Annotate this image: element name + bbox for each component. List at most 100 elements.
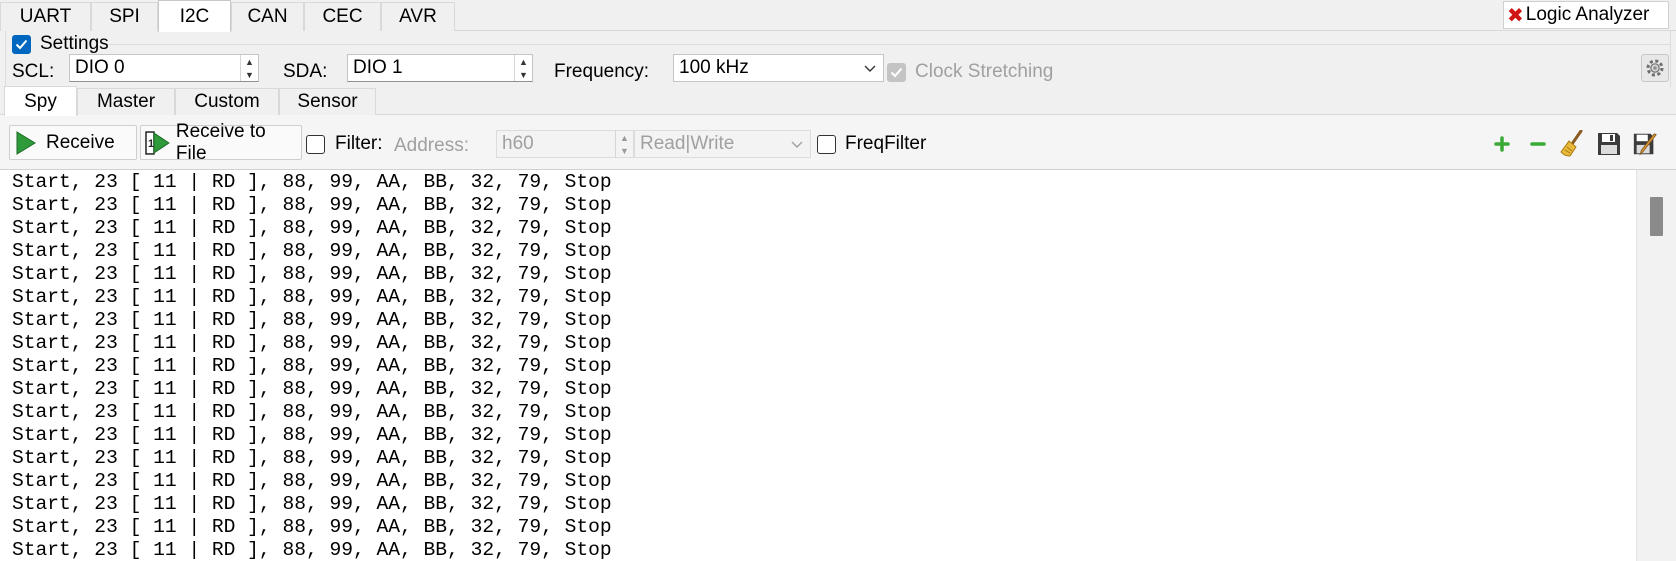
log-text: Start, 23 [ 11 | RD ], 88, 99, AA, BB, 3… — [12, 171, 612, 561]
receive-to-file-label: Receive to File — [175, 120, 266, 164]
spin-arrows[interactable]: ▲ ▼ — [240, 55, 258, 81]
log-line: Start, 23 [ 11 | RD ], 88, 99, AA, BB, 3… — [12, 424, 612, 446]
remove-button[interactable] — [1525, 132, 1551, 156]
tab-i2c[interactable]: I2C — [158, 0, 231, 32]
scl-spinbox[interactable]: DIO 0 ▲ ▼ — [69, 54, 259, 82]
log-line: Start, 23 [ 11 | RD ], 88, 99, AA, BB, 3… — [12, 516, 612, 538]
check-icon — [890, 67, 903, 77]
address-label: Address: — [394, 135, 469, 156]
settings-checkbox[interactable] — [12, 34, 31, 54]
tab-spy[interactable]: Spy — [4, 86, 77, 116]
clock-stretching-toggle[interactable]: Clock Stretching — [887, 61, 1053, 83]
check-icon — [15, 39, 28, 49]
tab-master[interactable]: Master — [77, 88, 175, 115]
freq-filter-checkbox[interactable] — [817, 134, 836, 154]
broom-icon — [1560, 130, 1583, 157]
address-value: h60 — [502, 133, 534, 154]
tab-label: CAN — [247, 6, 288, 27]
protocol-tab-bar: UART SPI I2C CAN CEC AVR ✖ Logic Analyze… — [0, 0, 1676, 32]
log-line: Start, 23 [ 11 | RD ], 88, 99, AA, BB, 3… — [12, 493, 612, 515]
tab-custom[interactable]: Custom — [175, 88, 279, 115]
read-write-select[interactable]: Read|Write — [634, 130, 811, 158]
logic-analyzer-button[interactable]: ✖ Logic Analyzer — [1503, 1, 1669, 29]
vertical-scrollbar[interactable] — [1636, 170, 1676, 561]
read-write-value: Read|Write — [640, 133, 735, 154]
sda-spinbox[interactable]: DIO 1 ▲ ▼ — [347, 54, 533, 82]
log-line: Start, 23 [ 11 | RD ], 88, 99, AA, BB, 3… — [12, 378, 612, 400]
svg-text:1: 1 — [148, 137, 154, 149]
frequency-select[interactable]: 100 kHz — [673, 54, 884, 82]
tab-label: Sensor — [297, 91, 358, 112]
sda-label: SDA: — [283, 61, 328, 82]
chevron-down-icon — [791, 141, 803, 148]
tab-avr[interactable]: AVR — [381, 2, 455, 31]
receive-label: Receive — [46, 131, 115, 153]
log-line: Start, 23 [ 11 | RD ], 88, 99, AA, BB, 3… — [12, 194, 612, 216]
down-arrow-icon[interactable]: ▼ — [245, 70, 254, 80]
tab-label: I2C — [179, 5, 210, 27]
tab-uart[interactable]: UART — [0, 2, 91, 31]
filter-checkbox[interactable] — [306, 134, 325, 154]
receive-button[interactable]: Receive — [9, 125, 137, 160]
up-arrow-icon[interactable]: ▲ — [620, 133, 629, 143]
scl-value: DIO 0 — [75, 57, 125, 78]
scl-label: SCL: — [12, 61, 55, 82]
gear-icon — [1646, 59, 1664, 77]
mode-tab-bar: Spy Master Custom Sensor — [0, 86, 1676, 116]
tab-spi[interactable]: SPI — [91, 2, 158, 31]
log-line: Start, 23 [ 11 | RD ], 88, 99, AA, BB, 3… — [12, 217, 612, 239]
save-button[interactable] — [1596, 132, 1622, 156]
clear-button[interactable] — [1559, 130, 1585, 157]
log-line: Start, 23 [ 11 | RD ], 88, 99, AA, BB, 3… — [12, 240, 612, 262]
receive-to-file-button[interactable]: 1 Receive to File — [140, 121, 302, 164]
down-arrow-icon[interactable]: ▼ — [519, 70, 528, 80]
edit-icon — [1633, 133, 1657, 156]
clock-stretching-label: Clock Stretching — [915, 61, 1054, 82]
tab-label: SPI — [109, 6, 140, 27]
save-icon — [1598, 133, 1620, 155]
log-line: Start, 23 [ 11 | RD ], 88, 99, AA, BB, 3… — [12, 263, 612, 285]
scrollbar-thumb[interactable] — [1650, 197, 1663, 236]
spy-log[interactable]: Start, 23 [ 11 | RD ], 88, 99, AA, BB, 3… — [0, 169, 1676, 561]
chevron-down-icon — [864, 65, 876, 72]
frequency-label: Frequency: — [554, 61, 650, 82]
edit-button[interactable] — [1632, 132, 1658, 156]
divider — [109, 44, 1670, 45]
spin-arrows[interactable]: ▲ ▼ — [615, 131, 633, 157]
add-icon — [1494, 136, 1510, 152]
log-line: Start, 23 [ 11 | RD ], 88, 99, AA, BB, 3… — [12, 470, 612, 492]
tab-label: Custom — [194, 91, 260, 112]
add-button[interactable] — [1489, 132, 1515, 156]
spin-arrows[interactable]: ▲ ▼ — [514, 55, 532, 81]
spy-toolbar: Receive 1 Receive to File Filter: Addres… — [0, 115, 1676, 169]
logic-analyzer-label: Logic Analyzer — [1525, 4, 1650, 25]
play-to-file-icon: 1 — [145, 130, 170, 155]
log-line: Start, 23 [ 11 | RD ], 88, 99, AA, BB, 3… — [12, 309, 612, 331]
close-icon: ✖ — [1507, 4, 1524, 27]
log-line: Start, 23 [ 11 | RD ], 88, 99, AA, BB, 3… — [12, 332, 612, 354]
tab-label: AVR — [399, 6, 437, 27]
up-arrow-icon[interactable]: ▲ — [245, 57, 254, 67]
remove-icon — [1530, 142, 1546, 146]
log-line: Start, 23 [ 11 | RD ], 88, 99, AA, BB, 3… — [12, 171, 612, 193]
frequency-value: 100 kHz — [679, 57, 749, 78]
up-arrow-icon[interactable]: ▲ — [519, 57, 528, 67]
settings-label: Settings — [40, 33, 109, 54]
settings-toggle[interactable]: Settings — [12, 33, 109, 55]
filter-toggle[interactable]: Filter: — [306, 133, 383, 155]
gear-button[interactable] — [1641, 54, 1669, 82]
log-line: Start, 23 [ 11 | RD ], 88, 99, AA, BB, 3… — [12, 355, 612, 377]
tab-label: Master — [96, 91, 156, 112]
down-arrow-icon[interactable]: ▼ — [620, 146, 629, 156]
play-icon — [16, 130, 36, 155]
clock-stretching-checkbox[interactable] — [887, 62, 906, 82]
log-line: Start, 23 [ 11 | RD ], 88, 99, AA, BB, 3… — [12, 401, 612, 423]
freq-filter-toggle[interactable]: FreqFilter — [817, 133, 926, 155]
tab-label: Spy — [24, 90, 57, 112]
tab-sensor[interactable]: Sensor — [279, 88, 376, 115]
tab-can[interactable]: CAN — [231, 2, 304, 31]
tab-label: UART — [19, 6, 72, 27]
tab-cec[interactable]: CEC — [304, 2, 381, 31]
freq-filter-label: FreqFilter — [845, 133, 927, 154]
address-spinbox[interactable]: h60 ▲ ▼ — [496, 130, 634, 158]
